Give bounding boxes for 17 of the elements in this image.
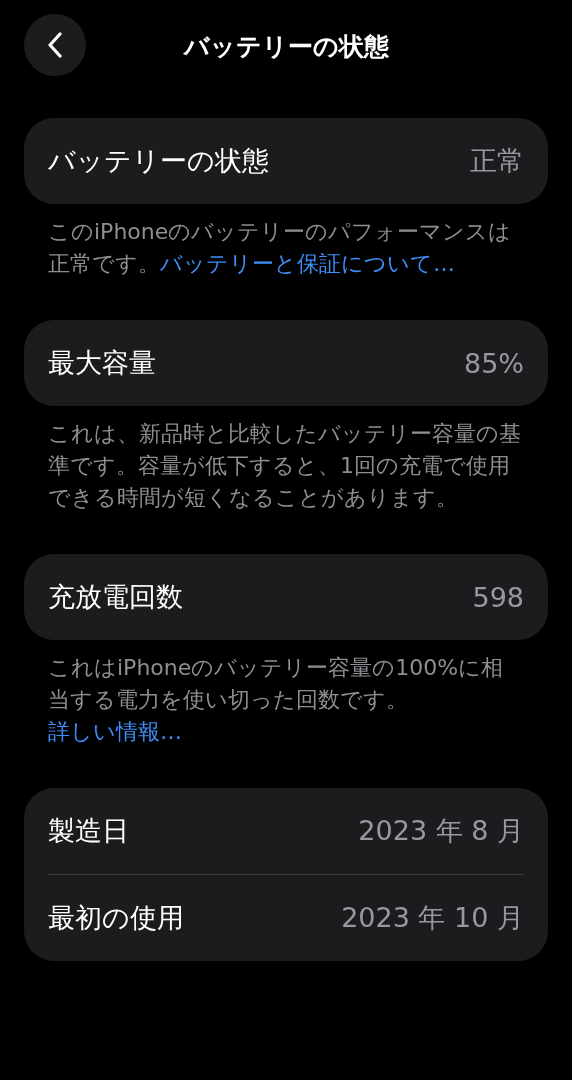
footnote-text: このiPhoneのバッテリーのパフォーマンスは正常です。バッテリーと保証について… xyxy=(48,218,513,278)
row-label: 最大容量 xyxy=(48,346,156,380)
row-label: バッテリーの状態 xyxy=(48,144,269,178)
row-label: 充放電回数 xyxy=(48,580,183,614)
row-value: 正常 xyxy=(470,144,524,178)
row-value: 85% xyxy=(464,347,524,379)
row-value: 2023 年 10 月 xyxy=(341,901,524,935)
row-value: 2023 年 8 月 xyxy=(358,814,524,848)
info-link[interactable]: 詳しい情報… xyxy=(48,719,182,744)
footnote-text: これは、新品時と比較したバッテリー容量の基準です。容量が低下すると、1回の充電で使用できる時間が短くなることがあります。 xyxy=(48,420,522,512)
chevron-left-icon xyxy=(48,32,62,58)
row-value: 598 xyxy=(472,581,524,613)
footnote-text: これはiPhoneのバッテリー容量の100%に相当する電力を使い切った回数です。 詳しい情報… xyxy=(48,654,505,746)
row-label: 最初の使用 xyxy=(48,901,184,935)
row-label: 製造日 xyxy=(48,814,129,848)
screen-title: バッテリーの状態 xyxy=(183,30,389,63)
info-link[interactable]: バッテリーと保証について… xyxy=(160,251,455,276)
